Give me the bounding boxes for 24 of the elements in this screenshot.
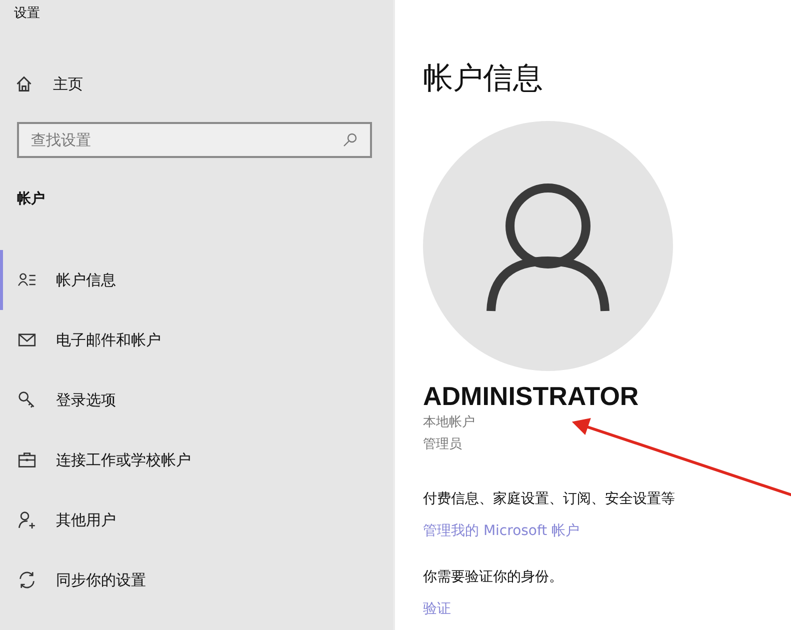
nav-item[interactable]: 电子邮件和帐户 — [0, 310, 393, 370]
briefcase-icon — [18, 451, 36, 469]
nav-item[interactable]: 同步你的设置 — [0, 550, 393, 610]
sync-icon — [18, 571, 36, 589]
verify-text: 你需要验证你的身份。 — [423, 568, 563, 586]
add-user-icon — [18, 511, 36, 529]
search-icon — [342, 132, 358, 148]
window-title: 设置 — [13, 5, 41, 23]
home-nav-item[interactable]: 主页 — [0, 64, 393, 104]
account-role: 管理员 — [423, 436, 462, 454]
search-field[interactable]: 查找设置 — [17, 122, 372, 158]
billing-text: 付费信息、家庭设置、订阅、安全设置等 — [423, 490, 675, 508]
key-icon — [18, 391, 36, 409]
page-title: 帐户信息 — [423, 60, 543, 98]
account-list-icon — [18, 271, 36, 289]
nav-item[interactable]: 登录选项 — [0, 370, 393, 430]
home-icon — [15, 75, 33, 93]
avatar-icon — [423, 121, 673, 371]
user-name: ADMINISTRATOR — [423, 381, 639, 412]
envelope-icon — [18, 331, 36, 349]
nav-item[interactable]: 其他用户 — [0, 490, 393, 550]
nav-item[interactable]: 连接工作或学校帐户 — [0, 430, 393, 490]
account-type: 本地帐户 — [423, 414, 475, 432]
section-heading: 帐户 — [16, 190, 46, 209]
